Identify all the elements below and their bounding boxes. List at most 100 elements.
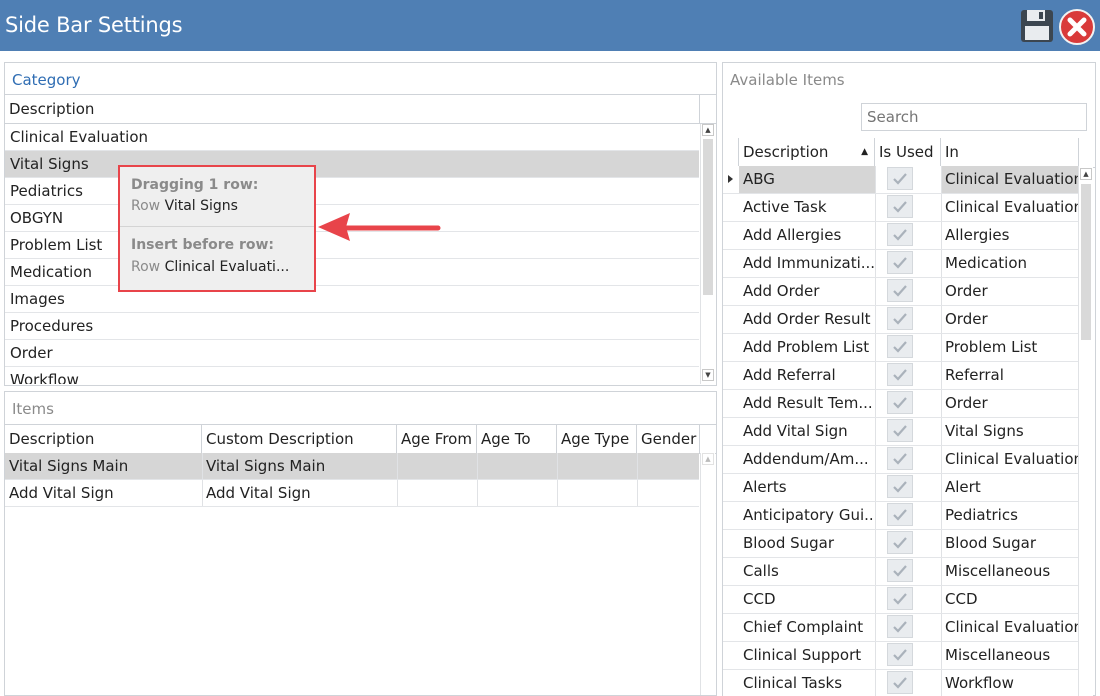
is-used-checkbox[interactable] — [887, 363, 913, 386]
available-item-in: Clinical Evaluation — [945, 198, 1078, 216]
is-used-checkbox[interactable] — [887, 615, 913, 638]
checkmark-icon — [893, 425, 907, 437]
available-item-row[interactable]: Blood Sugar Blood Sugar — [723, 530, 1078, 558]
available-scrollbar[interactable]: ▲ — [1078, 166, 1093, 696]
category-row[interactable]: Clinical Evaluation — [5, 124, 699, 151]
scroll-down-button[interactable]: ▼ — [702, 369, 714, 381]
is-used-cell — [875, 334, 941, 361]
item-cell-custom-description: Vital Signs Main — [206, 457, 326, 475]
item-row[interactable]: Vital Signs Main Vital Signs Main — [5, 453, 699, 480]
title-bar: Side Bar Settings — [0, 0, 1100, 51]
category-row[interactable]: Workflow — [5, 367, 699, 384]
available-item-row[interactable]: Chief Complaint Clinical Evaluation — [723, 614, 1078, 642]
category-row-label: Clinical Evaluation — [10, 128, 149, 146]
current-row-indicator-icon — [728, 175, 733, 183]
available-item-in: Clinical Evaluation — [945, 618, 1078, 636]
is-used-checkbox[interactable] — [887, 447, 913, 470]
is-used-checkbox[interactable] — [887, 559, 913, 582]
category-row-label: Images — [10, 290, 65, 308]
item-cell-age-to — [477, 480, 557, 506]
scroll-up-button[interactable]: ▲ — [702, 453, 714, 465]
category-row[interactable]: Images — [5, 286, 699, 313]
available-item-in: Referral — [945, 366, 1004, 384]
is-used-checkbox[interactable] — [887, 195, 913, 218]
available-item-row[interactable]: Add Result Tem... Order — [723, 390, 1078, 418]
available-item-row[interactable]: Addendum/Am... Clinical Evaluation — [723, 446, 1078, 474]
available-item-description: CCD — [743, 590, 776, 608]
is-used-checkbox[interactable] — [887, 503, 913, 526]
available-item-row[interactable]: Active Task Clinical Evaluation — [723, 194, 1078, 222]
item-row[interactable]: Add Vital Sign Add Vital Sign — [5, 480, 699, 507]
is-used-checkbox[interactable] — [887, 531, 913, 554]
scroll-up-button[interactable]: ▲ — [1080, 168, 1092, 180]
available-item-row[interactable]: Clinical Tasks Workflow — [723, 670, 1078, 696]
is-used-checkbox[interactable] — [887, 251, 913, 274]
available-item-row[interactable]: Clinical Support Miscellaneous — [723, 642, 1078, 670]
column-header-description[interactable]: Description — [5, 95, 700, 123]
available-item-row[interactable]: Anticipatory Gui... Pediatrics — [723, 502, 1078, 530]
column-header-age-from[interactable]: Age From — [397, 425, 477, 453]
available-item-row[interactable]: Add Order Result Order — [723, 306, 1078, 334]
is-used-checkbox[interactable] — [887, 279, 913, 302]
is-used-checkbox[interactable] — [887, 335, 913, 358]
drag-tooltip: Dragging 1 row: Row Vital Signs Insert b… — [118, 165, 316, 292]
item-cell-gender — [637, 480, 700, 506]
category-row-label: Pediatrics — [10, 182, 83, 200]
search-input[interactable] — [861, 103, 1087, 131]
is-used-checkbox[interactable] — [887, 643, 913, 666]
category-row[interactable]: Procedures — [5, 313, 699, 340]
column-header-description[interactable]: Description — [5, 425, 202, 453]
available-item-row[interactable]: Add Order Order — [723, 278, 1078, 306]
available-items-title: Available Items — [730, 71, 845, 89]
column-header-is-used[interactable]: Is Used — [875, 138, 941, 166]
items-title: Items — [12, 400, 54, 418]
column-header-description[interactable]: Description ▲ — [739, 138, 875, 166]
is-used-checkbox[interactable] — [887, 391, 913, 414]
is-used-checkbox[interactable] — [887, 475, 913, 498]
scroll-thumb[interactable] — [703, 139, 713, 295]
is-used-checkbox[interactable] — [887, 307, 913, 330]
items-grid-header: Description Custom Description Age From … — [5, 424, 716, 454]
is-used-checkbox[interactable] — [887, 167, 913, 190]
available-item-row[interactable]: Calls Miscellaneous — [723, 558, 1078, 586]
checkmark-icon — [893, 201, 907, 213]
items-scrollbar[interactable]: ▲ — [700, 453, 715, 695]
scroll-thumb[interactable] — [1081, 184, 1091, 340]
close-button[interactable] — [1059, 9, 1095, 45]
column-header-age-type[interactable]: Age Type — [557, 425, 637, 453]
category-scrollbar[interactable]: ▲ ▼ — [700, 124, 715, 384]
available-item-row[interactable]: Add Vital Sign Vital Signs — [723, 418, 1078, 446]
category-row[interactable]: Pediatrics — [5, 178, 699, 205]
category-row[interactable]: Order — [5, 340, 699, 367]
is-used-checkbox[interactable] — [887, 671, 913, 694]
items-panel: Items Description Custom Description Age… — [4, 391, 717, 696]
is-used-cell — [875, 642, 941, 669]
category-row[interactable]: Medication — [5, 259, 699, 286]
available-item-row[interactable]: Alerts Alert — [723, 474, 1078, 502]
available-item-in: Miscellaneous — [945, 646, 1051, 664]
category-row-label: Workflow — [10, 371, 79, 384]
scroll-up-button[interactable]: ▲ — [702, 124, 714, 136]
is-used-checkbox[interactable] — [887, 419, 913, 442]
is-used-checkbox[interactable] — [887, 587, 913, 610]
available-item-row[interactable]: ABG Clinical Evaluation — [723, 166, 1078, 194]
checkmark-icon — [893, 397, 907, 409]
item-cell-age-type — [557, 453, 637, 479]
save-button[interactable] — [1020, 9, 1054, 43]
column-header-custom-description[interactable]: Custom Description — [202, 425, 397, 453]
available-item-row[interactable]: Add Problem List Problem List — [723, 334, 1078, 362]
available-item-description: Active Task — [743, 198, 827, 216]
available-item-row[interactable]: Add Allergies Allergies — [723, 222, 1078, 250]
available-item-row[interactable]: Add Immunizati... Medication — [723, 250, 1078, 278]
column-divider — [397, 453, 398, 479]
available-item-row[interactable]: CCD CCD — [723, 586, 1078, 614]
category-grid-header: Description — [5, 94, 716, 124]
is-used-checkbox[interactable] — [887, 223, 913, 246]
available-item-description: Anticipatory Gui... — [743, 506, 875, 524]
column-header-age-to[interactable]: Age To — [477, 425, 557, 453]
available-item-row[interactable]: Add Referral Referral — [723, 362, 1078, 390]
column-header-gender[interactable]: Gender — [637, 425, 700, 453]
item-cell-age-from — [397, 453, 477, 479]
category-row[interactable]: Vital Signs — [5, 151, 699, 178]
column-header-in[interactable]: In — [941, 138, 1079, 166]
